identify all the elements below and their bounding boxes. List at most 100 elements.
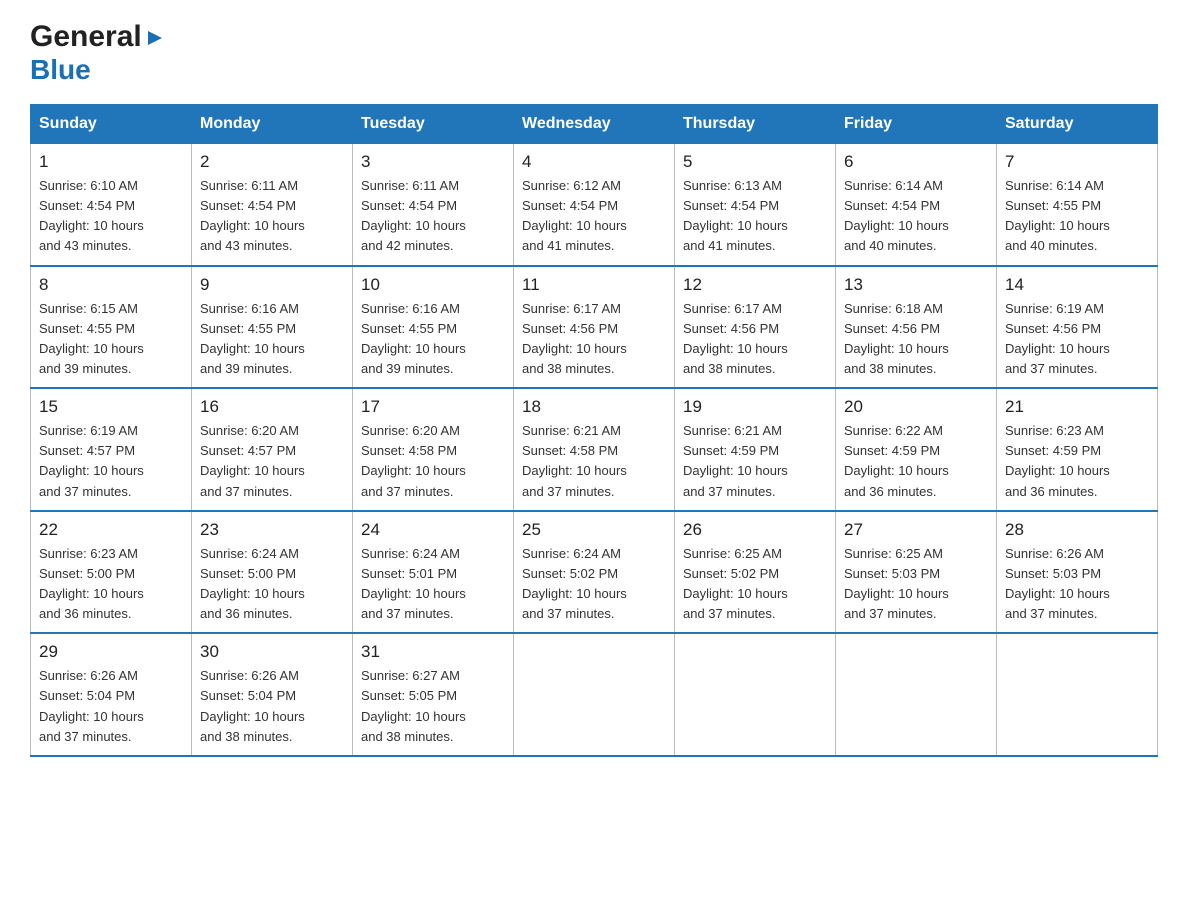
calendar-header-row: SundayMondayTuesdayWednesdayThursdayFrid… [31, 105, 1158, 144]
day-info: Sunrise: 6:11 AM Sunset: 4:54 PM Dayligh… [361, 176, 505, 257]
day-number: 30 [200, 642, 344, 662]
day-info: Sunrise: 6:14 AM Sunset: 4:54 PM Dayligh… [844, 176, 988, 257]
day-info: Sunrise: 6:20 AM Sunset: 4:58 PM Dayligh… [361, 421, 505, 502]
day-number: 15 [39, 397, 183, 417]
day-info: Sunrise: 6:24 AM Sunset: 5:02 PM Dayligh… [522, 544, 666, 625]
week-row-5: 29 Sunrise: 6:26 AM Sunset: 5:04 PM Dayl… [31, 633, 1158, 756]
day-info: Sunrise: 6:25 AM Sunset: 5:02 PM Dayligh… [683, 544, 827, 625]
day-info: Sunrise: 6:24 AM Sunset: 5:00 PM Dayligh… [200, 544, 344, 625]
week-row-3: 15 Sunrise: 6:19 AM Sunset: 4:57 PM Dayl… [31, 388, 1158, 511]
day-number: 5 [683, 152, 827, 172]
day-number: 6 [844, 152, 988, 172]
day-info: Sunrise: 6:24 AM Sunset: 5:01 PM Dayligh… [361, 544, 505, 625]
day-cell: 25 Sunrise: 6:24 AM Sunset: 5:02 PM Dayl… [514, 511, 675, 634]
day-cell: 11 Sunrise: 6:17 AM Sunset: 4:56 PM Dayl… [514, 266, 675, 389]
day-number: 16 [200, 397, 344, 417]
day-number: 29 [39, 642, 183, 662]
day-cell: 26 Sunrise: 6:25 AM Sunset: 5:02 PM Dayl… [675, 511, 836, 634]
day-cell: 19 Sunrise: 6:21 AM Sunset: 4:59 PM Dayl… [675, 388, 836, 511]
day-cell: 31 Sunrise: 6:27 AM Sunset: 5:05 PM Dayl… [353, 633, 514, 756]
day-number: 11 [522, 275, 666, 295]
day-cell [675, 633, 836, 756]
day-cell [514, 633, 675, 756]
day-info: Sunrise: 6:13 AM Sunset: 4:54 PM Dayligh… [683, 176, 827, 257]
day-info: Sunrise: 6:12 AM Sunset: 4:54 PM Dayligh… [522, 176, 666, 257]
day-info: Sunrise: 6:25 AM Sunset: 5:03 PM Dayligh… [844, 544, 988, 625]
day-number: 27 [844, 520, 988, 540]
day-number: 25 [522, 520, 666, 540]
day-number: 4 [522, 152, 666, 172]
day-info: Sunrise: 6:11 AM Sunset: 4:54 PM Dayligh… [200, 176, 344, 257]
day-cell: 5 Sunrise: 6:13 AM Sunset: 4:54 PM Dayli… [675, 144, 836, 266]
day-info: Sunrise: 6:26 AM Sunset: 5:04 PM Dayligh… [200, 666, 344, 747]
day-number: 9 [200, 275, 344, 295]
day-cell: 27 Sunrise: 6:25 AM Sunset: 5:03 PM Dayl… [836, 511, 997, 634]
day-number: 24 [361, 520, 505, 540]
day-cell: 1 Sunrise: 6:10 AM Sunset: 4:54 PM Dayli… [31, 144, 192, 266]
day-cell: 10 Sunrise: 6:16 AM Sunset: 4:55 PM Dayl… [353, 266, 514, 389]
day-cell: 3 Sunrise: 6:11 AM Sunset: 4:54 PM Dayli… [353, 144, 514, 266]
day-number: 28 [1005, 520, 1149, 540]
day-info: Sunrise: 6:10 AM Sunset: 4:54 PM Dayligh… [39, 176, 183, 257]
header-friday: Friday [836, 105, 997, 144]
day-cell: 8 Sunrise: 6:15 AM Sunset: 4:55 PM Dayli… [31, 266, 192, 389]
day-cell: 9 Sunrise: 6:16 AM Sunset: 4:55 PM Dayli… [192, 266, 353, 389]
day-info: Sunrise: 6:14 AM Sunset: 4:55 PM Dayligh… [1005, 176, 1149, 257]
day-number: 8 [39, 275, 183, 295]
day-info: Sunrise: 6:27 AM Sunset: 5:05 PM Dayligh… [361, 666, 505, 747]
week-row-4: 22 Sunrise: 6:23 AM Sunset: 5:00 PM Dayl… [31, 511, 1158, 634]
day-info: Sunrise: 6:21 AM Sunset: 4:59 PM Dayligh… [683, 421, 827, 502]
day-cell: 2 Sunrise: 6:11 AM Sunset: 4:54 PM Dayli… [192, 144, 353, 266]
header-monday: Monday [192, 105, 353, 144]
day-info: Sunrise: 6:23 AM Sunset: 4:59 PM Dayligh… [1005, 421, 1149, 502]
day-cell: 20 Sunrise: 6:22 AM Sunset: 4:59 PM Dayl… [836, 388, 997, 511]
calendar-table: SundayMondayTuesdayWednesdayThursdayFrid… [30, 104, 1158, 757]
day-cell: 14 Sunrise: 6:19 AM Sunset: 4:56 PM Dayl… [997, 266, 1158, 389]
day-cell: 23 Sunrise: 6:24 AM Sunset: 5:00 PM Dayl… [192, 511, 353, 634]
day-cell: 28 Sunrise: 6:26 AM Sunset: 5:03 PM Dayl… [997, 511, 1158, 634]
logo-general: General [30, 20, 142, 54]
logo-blue: Blue [30, 54, 91, 86]
header-thursday: Thursday [675, 105, 836, 144]
day-number: 13 [844, 275, 988, 295]
day-number: 14 [1005, 275, 1149, 295]
day-cell: 22 Sunrise: 6:23 AM Sunset: 5:00 PM Dayl… [31, 511, 192, 634]
day-number: 17 [361, 397, 505, 417]
day-info: Sunrise: 6:18 AM Sunset: 4:56 PM Dayligh… [844, 299, 988, 380]
day-number: 21 [1005, 397, 1149, 417]
day-cell: 7 Sunrise: 6:14 AM Sunset: 4:55 PM Dayli… [997, 144, 1158, 266]
day-cell: 21 Sunrise: 6:23 AM Sunset: 4:59 PM Dayl… [997, 388, 1158, 511]
day-info: Sunrise: 6:15 AM Sunset: 4:55 PM Dayligh… [39, 299, 183, 380]
day-number: 26 [683, 520, 827, 540]
day-number: 20 [844, 397, 988, 417]
day-cell: 16 Sunrise: 6:20 AM Sunset: 4:57 PM Dayl… [192, 388, 353, 511]
header-sunday: Sunday [31, 105, 192, 144]
header-wednesday: Wednesday [514, 105, 675, 144]
week-row-1: 1 Sunrise: 6:10 AM Sunset: 4:54 PM Dayli… [31, 144, 1158, 266]
day-cell: 17 Sunrise: 6:20 AM Sunset: 4:58 PM Dayl… [353, 388, 514, 511]
day-info: Sunrise: 6:26 AM Sunset: 5:04 PM Dayligh… [39, 666, 183, 747]
week-row-2: 8 Sunrise: 6:15 AM Sunset: 4:55 PM Dayli… [31, 266, 1158, 389]
page-header: General Blue [30, 20, 1158, 86]
day-cell: 29 Sunrise: 6:26 AM Sunset: 5:04 PM Dayl… [31, 633, 192, 756]
day-cell: 15 Sunrise: 6:19 AM Sunset: 4:57 PM Dayl… [31, 388, 192, 511]
day-number: 23 [200, 520, 344, 540]
day-info: Sunrise: 6:17 AM Sunset: 4:56 PM Dayligh… [522, 299, 666, 380]
day-number: 22 [39, 520, 183, 540]
logo-arrow-icon [144, 27, 166, 49]
day-number: 18 [522, 397, 666, 417]
day-number: 31 [361, 642, 505, 662]
day-info: Sunrise: 6:17 AM Sunset: 4:56 PM Dayligh… [683, 299, 827, 380]
day-cell: 4 Sunrise: 6:12 AM Sunset: 4:54 PM Dayli… [514, 144, 675, 266]
day-cell: 18 Sunrise: 6:21 AM Sunset: 4:58 PM Dayl… [514, 388, 675, 511]
day-info: Sunrise: 6:22 AM Sunset: 4:59 PM Dayligh… [844, 421, 988, 502]
day-cell: 6 Sunrise: 6:14 AM Sunset: 4:54 PM Dayli… [836, 144, 997, 266]
day-number: 2 [200, 152, 344, 172]
day-info: Sunrise: 6:23 AM Sunset: 5:00 PM Dayligh… [39, 544, 183, 625]
day-cell: 12 Sunrise: 6:17 AM Sunset: 4:56 PM Dayl… [675, 266, 836, 389]
day-cell: 30 Sunrise: 6:26 AM Sunset: 5:04 PM Dayl… [192, 633, 353, 756]
day-info: Sunrise: 6:19 AM Sunset: 4:56 PM Dayligh… [1005, 299, 1149, 380]
day-number: 7 [1005, 152, 1149, 172]
day-info: Sunrise: 6:16 AM Sunset: 4:55 PM Dayligh… [361, 299, 505, 380]
day-info: Sunrise: 6:20 AM Sunset: 4:57 PM Dayligh… [200, 421, 344, 502]
